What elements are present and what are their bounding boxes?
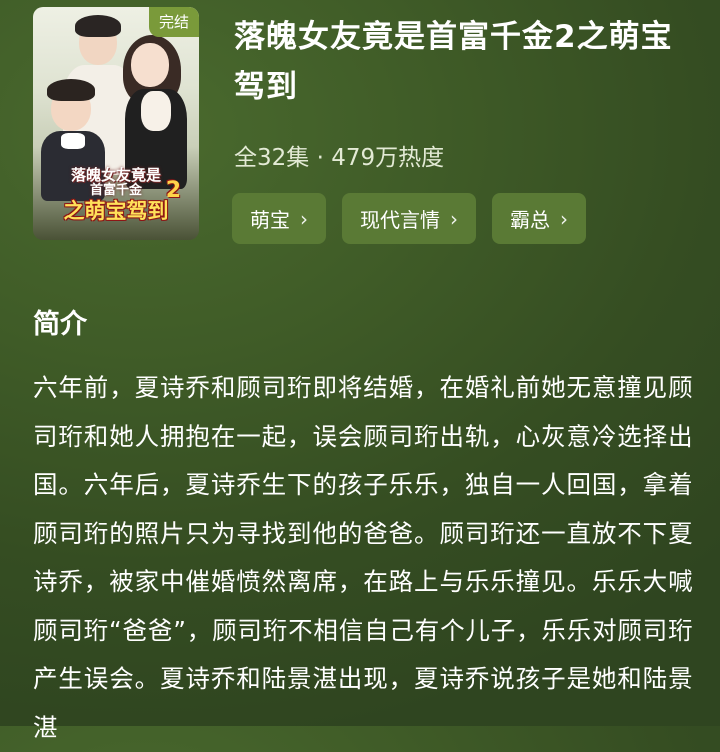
tag-modern-romance[interactable]: 现代言情 › [342,193,476,244]
completed-badge: 完结 [148,7,199,37]
tag-label: 萌宝 [250,208,290,232]
tag-meng-bao[interactable]: 萌宝 › [232,193,326,244]
cover-kid-hair [47,79,95,101]
tag-ceo[interactable]: 霸总 › [492,193,586,244]
cover-kid-collar [61,133,85,149]
chevron-right-icon: › [300,206,308,231]
cover-art-line3: 之萌宝驾到 [63,198,169,223]
synopsis-text: 六年前，夏诗乔和顾司珩即将结婚，在婚礼前她无意撞见顾司珩和她人拥抱在一起，误会顾… [33,373,693,742]
cover-woman-scarf [141,91,171,131]
drama-title: 落魄女友竟是首富千金2之萌宝驾到 [234,19,673,105]
cover-woman-face [131,43,169,87]
tag-label: 霸总 [510,208,550,232]
cover-title-art: 落魄女友竟是 首富千金 之萌宝驾到 2 [37,167,195,223]
chevron-right-icon: › [450,206,458,231]
genre-tags: 萌宝 › 现代言情 › 霸总 › [232,193,586,244]
chevron-right-icon: › [560,206,568,231]
tag-label: 现代言情 [360,208,440,232]
cover-art-number: 2 [165,178,181,203]
drama-cover-image[interactable]: 落魄女友竟是 首富千金 之萌宝驾到 2 完结 [33,7,199,240]
episode-popularity-info: 全32集 · 479万热度 [234,145,445,171]
cover-man-hair [75,15,121,37]
synopsis-heading: 简介 [33,309,87,340]
